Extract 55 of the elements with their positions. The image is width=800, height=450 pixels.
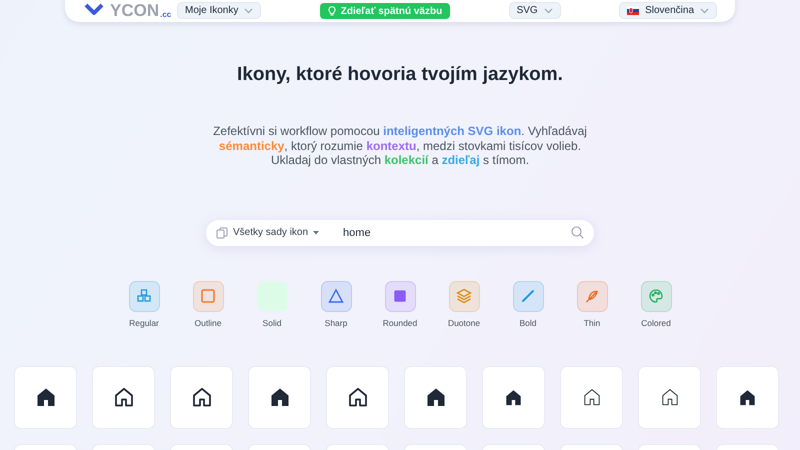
house-icon [739, 388, 756, 406]
icon-result-tile[interactable] [482, 366, 545, 428]
icon-result-tile[interactable] [560, 366, 623, 428]
collections-dropdown[interactable]: Moje Ikonky [177, 2, 262, 19]
house-icon [660, 388, 678, 406]
style-option[interactable]: Rounded [384, 280, 416, 328]
icon-set-dropdown[interactable]: Všetky sady ikon [216, 226, 320, 238]
style-option[interactable]: Bold [512, 280, 544, 328]
feather-icon [584, 288, 600, 304]
lightbulb-icon [328, 6, 336, 16]
icon-result-tile[interactable] [638, 366, 701, 428]
icon-result-tile[interactable] [248, 366, 311, 428]
chevron-down-icon [700, 8, 710, 14]
style-option[interactable]: Regular [128, 280, 160, 328]
chevron-down-icon [244, 8, 254, 14]
square-icon [200, 288, 216, 304]
logo-text: YCON [110, 2, 160, 19]
house-icon [36, 387, 56, 407]
caret-icon [313, 230, 320, 234]
logo-suffix: .cc [160, 10, 172, 19]
style-option[interactable]: Outline [192, 280, 224, 328]
chevron-down-icon [544, 8, 553, 14]
house-icon [582, 388, 600, 406]
style-option[interactable]: Colored [640, 280, 672, 328]
house-icon [114, 387, 134, 407]
line-icon [520, 288, 536, 304]
icon-result-tile[interactable] [170, 366, 233, 428]
layers-icon [456, 288, 472, 304]
house-icon [270, 387, 290, 407]
house-icon [348, 387, 368, 407]
flag-icon [627, 6, 640, 15]
hero-title: Ikony, ktoré hovoria tvojím jazykom. [236, 64, 564, 86]
language-dropdown[interactable]: Slovenčina [619, 2, 718, 19]
house-icon [505, 388, 522, 406]
search-input[interactable]: home [341, 226, 563, 240]
search-icon[interactable] [571, 226, 584, 239]
icon-result-tile[interactable] [92, 366, 155, 428]
style-option[interactable]: Duotone [448, 280, 480, 328]
icon-result-tile[interactable] [716, 366, 779, 428]
cubes-icon [136, 288, 152, 304]
icon-result-tile[interactable] [326, 366, 389, 428]
format-dropdown[interactable]: SVG [508, 2, 561, 19]
square-icon [393, 289, 407, 303]
style-option[interactable]: Solid [256, 280, 288, 328]
house-icon [426, 387, 446, 407]
style-option[interactable]: Thin [576, 280, 608, 328]
triangle-icon [328, 288, 344, 304]
icon-result-tile[interactable] [14, 366, 77, 428]
copy-icon [216, 226, 228, 238]
icon-result-tile[interactable] [404, 366, 467, 428]
palette-icon [648, 288, 664, 304]
style-option[interactable]: Sharp [320, 280, 352, 328]
hero-description: Zefektívni si workflow pomocou inteligentných SVG ikon. Vyhľadávaj sémanticky, ktorý rozumie kontextu, medzi stovkami tisícov volieb. Ukladaj do vlastných kolekcií a zdieľaj s tímom. [212, 124, 588, 168]
house-icon [192, 387, 212, 407]
search-bar[interactable]: Všetky sady ikon home [206, 220, 594, 246]
